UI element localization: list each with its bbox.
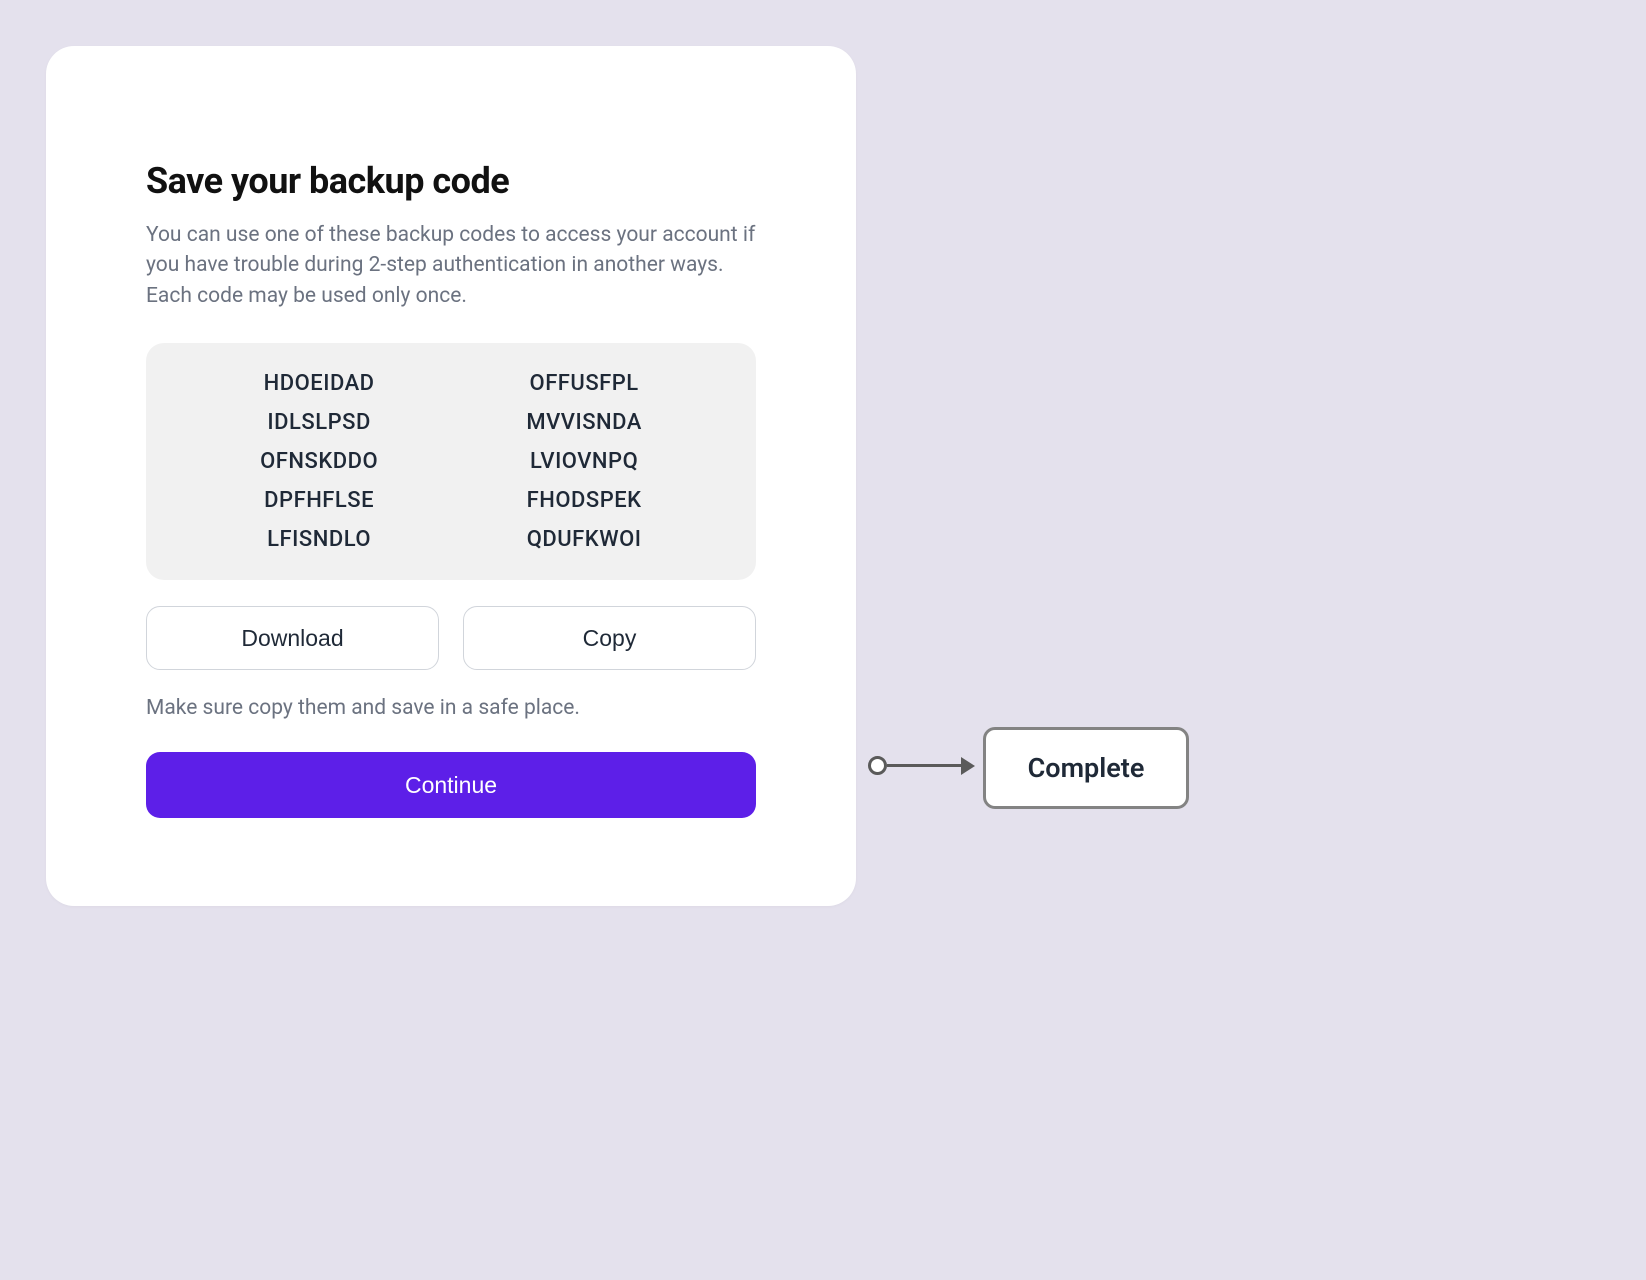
backup-code: OFNSKDDO: [260, 449, 378, 474]
backup-code: DPFHFLSE: [264, 488, 374, 513]
backup-code: IDLSLPSD: [267, 410, 370, 435]
action-button-row: Download Copy: [146, 606, 756, 670]
flow-connector: [868, 756, 975, 775]
arrow-right-icon: [961, 757, 975, 775]
download-button[interactable]: Download: [146, 606, 439, 670]
backup-codes-container: HDOEIDAD IDLSLPSD OFNSKDDO DPFHFLSE LFIS…: [146, 343, 756, 580]
continue-button[interactable]: Continue: [146, 752, 756, 818]
codes-column-right: OFFUSFPL MVVISNDA LVIOVNPQ FHODSPEK QDUF…: [526, 371, 642, 552]
page-title: Save your backup code: [146, 160, 756, 202]
backup-code: FHODSPEK: [527, 488, 642, 513]
codes-column-left: HDOEIDAD IDLSLPSD OFNSKDDO DPFHFLSE LFIS…: [260, 371, 378, 552]
copy-button[interactable]: Copy: [463, 606, 756, 670]
complete-state-node: Complete: [983, 727, 1189, 809]
backup-code: HDOEIDAD: [264, 371, 375, 396]
backup-code: MVVISNDA: [526, 410, 642, 435]
flow-line-icon: [887, 764, 961, 767]
backup-code-card: Save your backup code You can use one of…: [46, 46, 856, 906]
page-description: You can use one of these backup codes to…: [146, 220, 756, 311]
backup-code: LVIOVNPQ: [530, 449, 638, 474]
hint-text: Make sure copy them and save in a safe p…: [146, 696, 756, 720]
flow-origin-dot-icon: [868, 756, 887, 775]
backup-code: OFFUSFPL: [530, 371, 639, 396]
backup-code: QDUFKWOI: [527, 527, 642, 552]
backup-code: LFISNDLO: [267, 527, 371, 552]
